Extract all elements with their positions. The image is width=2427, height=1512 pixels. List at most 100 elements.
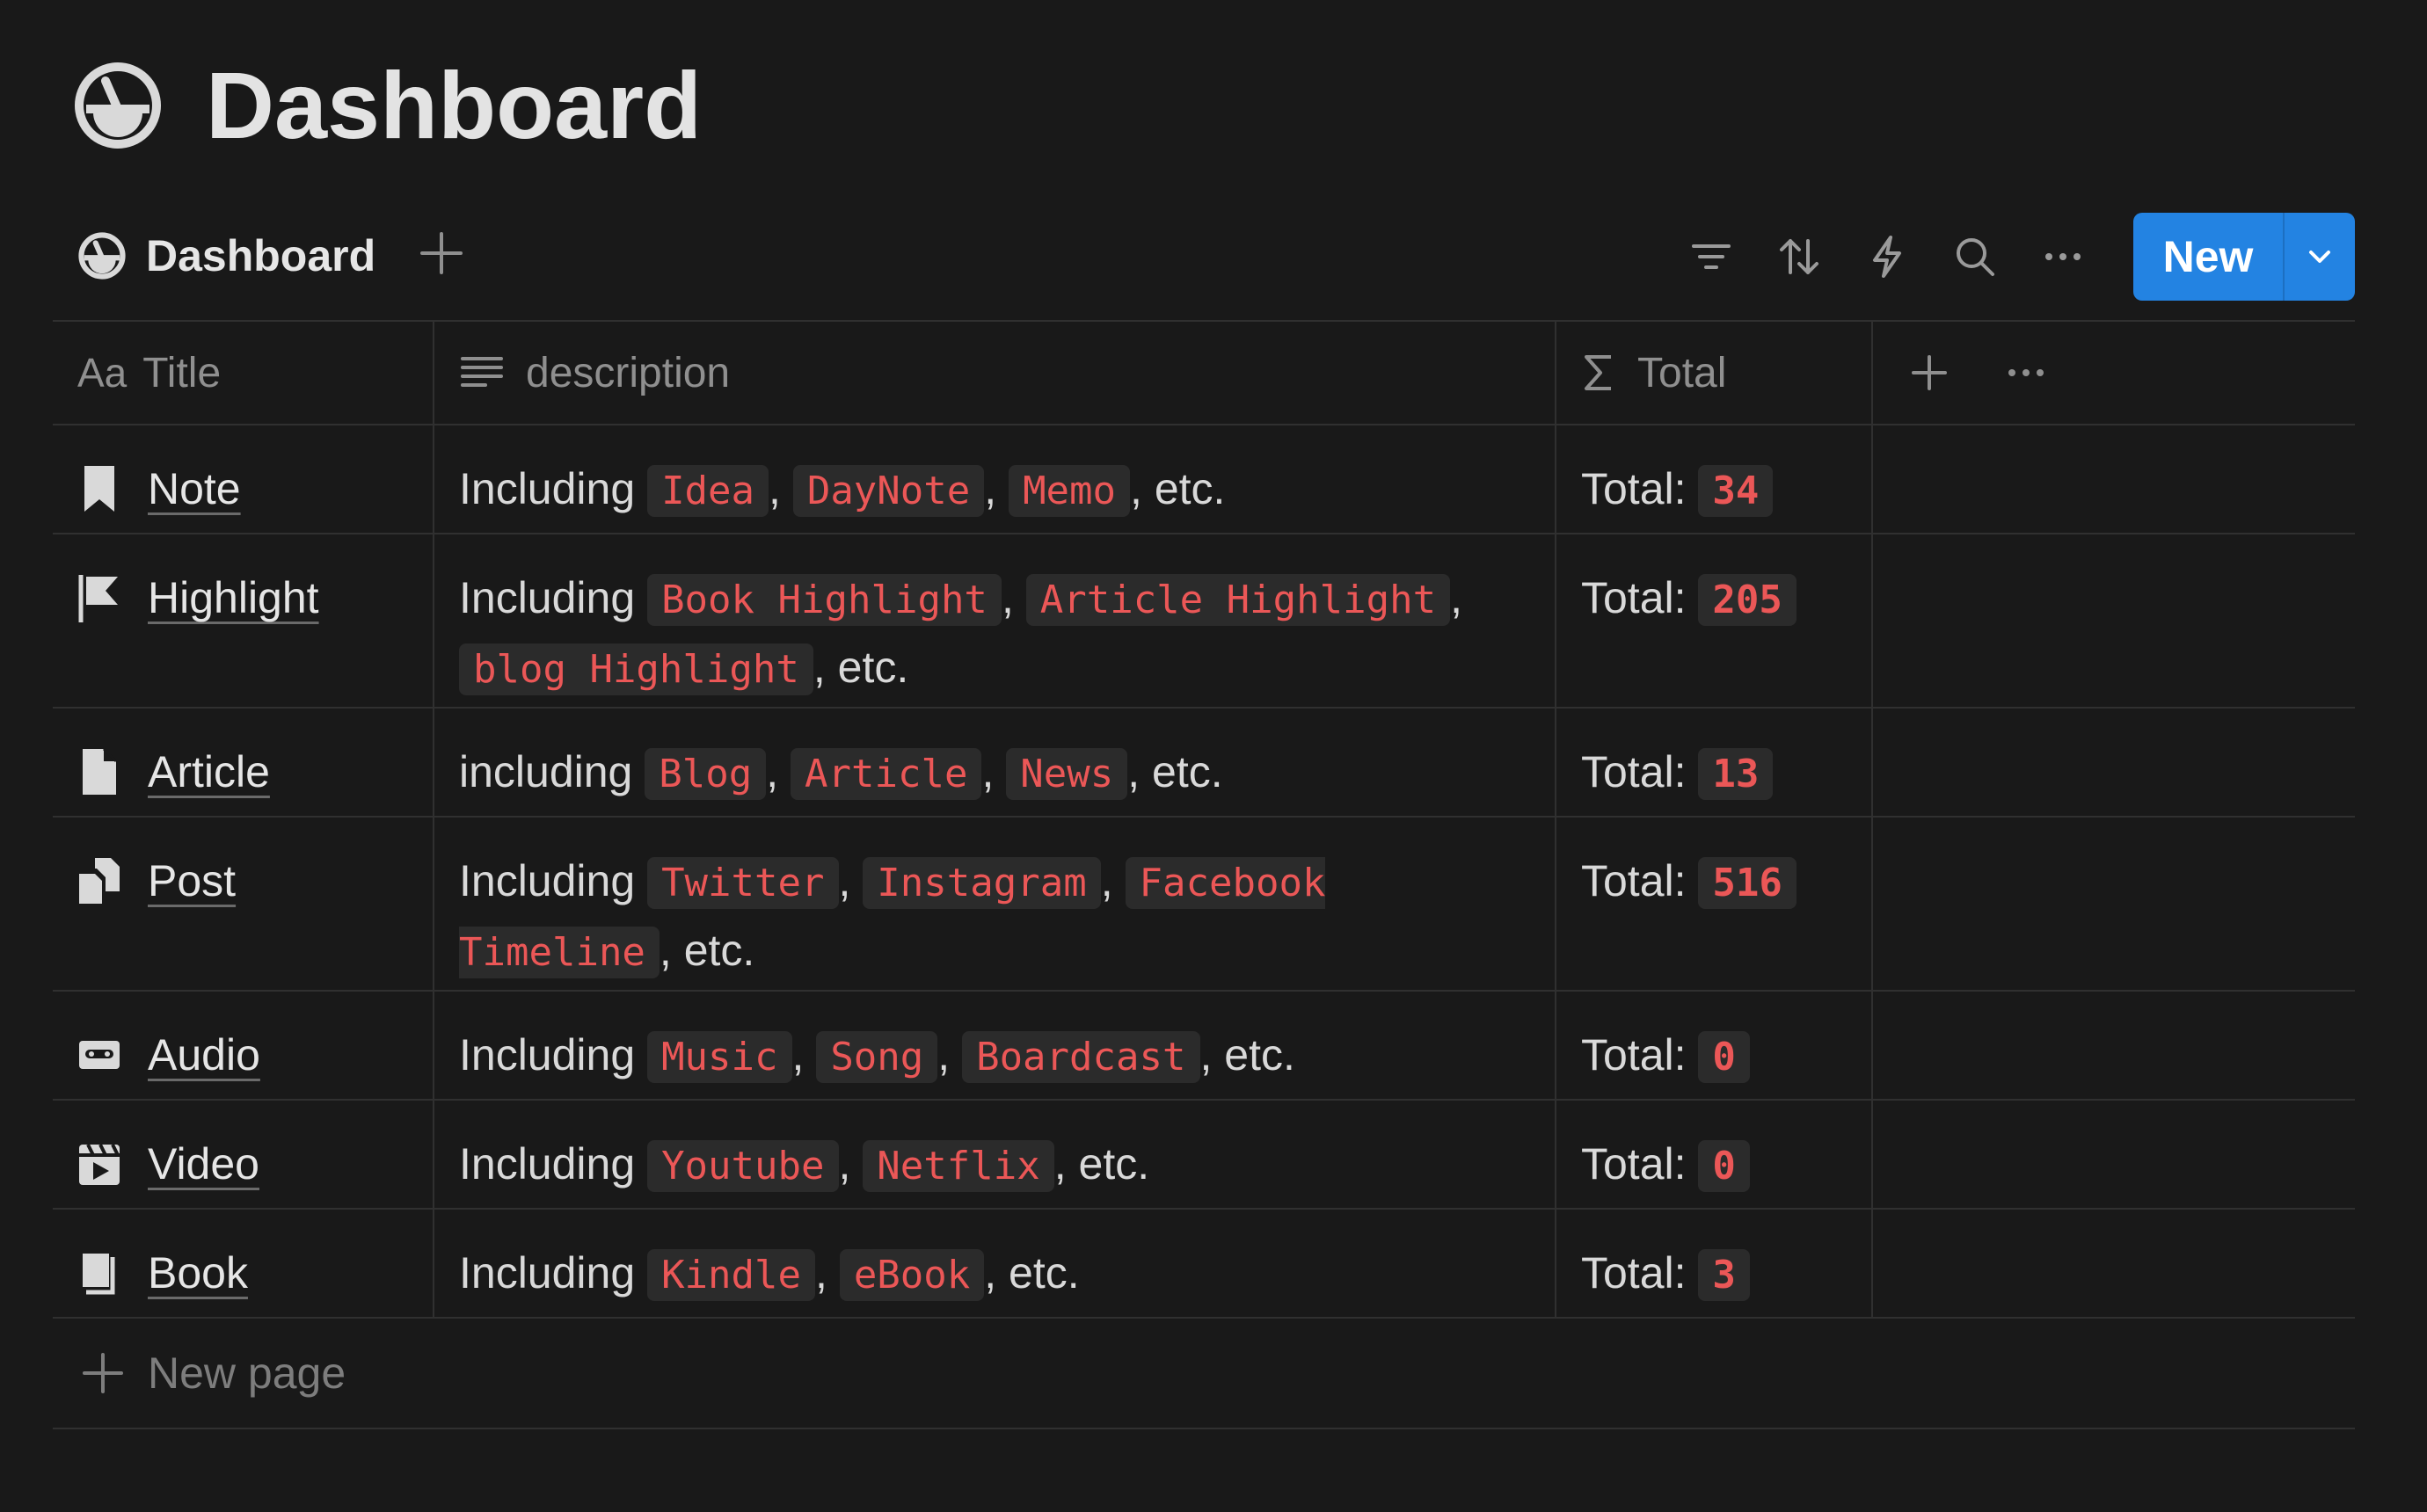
inline-code-tag: Article [791,748,982,800]
page-title-link[interactable]: Highlight [148,564,319,631]
description-tail: , etc. [1127,747,1223,796]
description-tail: , etc. [1130,464,1226,513]
title-cell[interactable]: Highlight [53,534,434,707]
empty-cell [1873,425,2355,533]
add-view-plus-icon[interactable] [415,227,468,280]
sort-button[interactable] [1773,230,1826,283]
search-icon [1957,238,1994,276]
table-row[interactable]: Video Including Youtube, Netflix, etc. Tot… [53,1101,2355,1210]
separator: , [981,747,1007,796]
empty-cell [1873,709,2355,816]
empty-cell [1873,992,2355,1099]
page-title-link[interactable]: Post [148,847,236,914]
search-button[interactable] [1949,230,2001,283]
inline-code-tag: Boardcast [962,1031,1200,1083]
add-property-plus-icon[interactable] [1908,352,1950,394]
inline-code-tag: Article Highlight [1025,574,1451,626]
column-header-description[interactable]: description [434,322,1556,424]
column-label: description [526,349,731,396]
filter-icon [1692,244,1731,269]
total-cell[interactable]: Total: 13 [1556,709,1873,816]
title-cell[interactable]: Post [53,818,434,990]
separator: , [1001,573,1026,622]
total-cell[interactable]: Total: 3 [1556,1210,1873,1317]
description-lead: Including [459,1139,636,1189]
title-cell[interactable]: Video [53,1101,434,1208]
page-title-link[interactable]: Book [148,1239,248,1306]
dashboard-icon[interactable] [74,62,162,149]
page-title-link[interactable]: Audio [148,1021,260,1088]
total-label: Total: [1581,464,1687,513]
table-row[interactable]: Audio Including Music, Song, Boardcast, e… [53,992,2355,1101]
table-row[interactable]: Note Including Idea, DayNote, Memo, etc. T… [53,425,2355,534]
separator: , [984,464,1009,513]
table-row[interactable]: Book Including Kindle, eBook, etc. Total: … [53,1210,2355,1319]
new-page-button[interactable]: New page [53,1319,2355,1429]
total-cell[interactable]: Total: 0 [1556,992,1873,1099]
inline-code-tag: Memo [1009,465,1131,517]
description-lead: Including [459,464,636,513]
total-label: Total: [1581,573,1687,622]
description-tail: , etc. [813,643,909,692]
inline-code-tag: Song [816,1031,938,1083]
description-cell[interactable]: Including Book Highlight, Article Highli… [434,534,1556,707]
sort-arrows-icon [1780,239,1818,274]
page-title-link[interactable]: Article [148,738,270,805]
description-cell[interactable]: Including Youtube, Netflix, etc. [434,1101,1556,1208]
view-tab-dashboard[interactable]: Dashboard [77,230,375,281]
column-header-total[interactable]: Total [1556,322,1873,424]
description-tail: , etc. [984,1248,1080,1298]
total-cell[interactable]: Total: 0 [1556,1101,1873,1208]
inline-code-tag: DayNote [792,465,985,517]
title-cell[interactable]: Audio [53,992,434,1099]
description-tail: , etc. [659,926,755,975]
new-button[interactable]: New [2133,213,2283,301]
filter-button[interactable] [1685,230,1738,283]
flag-icon [78,575,118,622]
title-cell[interactable]: Article [53,709,434,816]
page-title-link[interactable]: Video [148,1130,259,1197]
total-label: Total: [1581,1030,1687,1079]
empty-cell [1873,1210,2355,1317]
chevron-down-icon [2309,251,2330,263]
description-cell[interactable]: Including Idea, DayNote, Memo, etc. [434,425,1556,533]
description-cell[interactable]: including Blog, Article, News, etc. [434,709,1556,816]
title-cell[interactable]: Note [53,425,434,533]
dashboard-icon [78,232,126,280]
title-cell[interactable]: Book [53,1210,434,1317]
page-title-link[interactable]: Note [148,455,241,522]
bookmark-icon [84,466,114,512]
separator: , [769,464,793,513]
description-tail: , etc. [1199,1030,1295,1079]
inline-code-tag: eBook [839,1249,985,1301]
separator: , [1100,856,1126,905]
new-dropdown-button[interactable] [2283,213,2355,301]
description-cell[interactable]: Including Kindle, eBook, etc. [434,1210,1556,1317]
lightning-icon [1873,236,1901,278]
total-value: 3 [1698,1249,1750,1301]
total-value: 205 [1698,574,1797,626]
table-row[interactable]: Highlight Including Book Highlight, Artic… [53,534,2355,709]
document-icon [83,747,118,795]
total-cell[interactable]: Total: 516 [1556,818,1873,990]
automation-button[interactable] [1861,230,1913,283]
column-label: Title [142,349,222,396]
inline-code-tag: Idea [647,465,769,517]
more-dots-icon[interactable] [2003,350,2049,396]
total-value: 516 [1698,857,1797,909]
description-cell[interactable]: Including Music, Song, Boardcast, etc. [434,992,1556,1099]
table-row[interactable]: Article including Blog, Article, News, et… [53,709,2355,818]
total-cell[interactable]: Total: 205 [1556,534,1873,707]
separator: , [815,1248,840,1298]
table-header: Aa Title description Total [53,320,2355,425]
description-cell[interactable]: Including Twitter, Instagram, Facebook T… [434,818,1556,990]
total-label: Total: [1581,747,1687,796]
total-value: 13 [1698,748,1774,800]
inline-code-tag: Music [647,1031,792,1083]
separator: , [766,747,791,796]
more-options-button[interactable] [2037,230,2089,283]
table-row[interactable]: Post Including Twitter, Instagram, Facebo… [53,818,2355,992]
total-cell[interactable]: Total: 34 [1556,425,1873,533]
empty-cell [1873,534,2355,707]
column-header-title[interactable]: Aa Title [53,322,434,424]
